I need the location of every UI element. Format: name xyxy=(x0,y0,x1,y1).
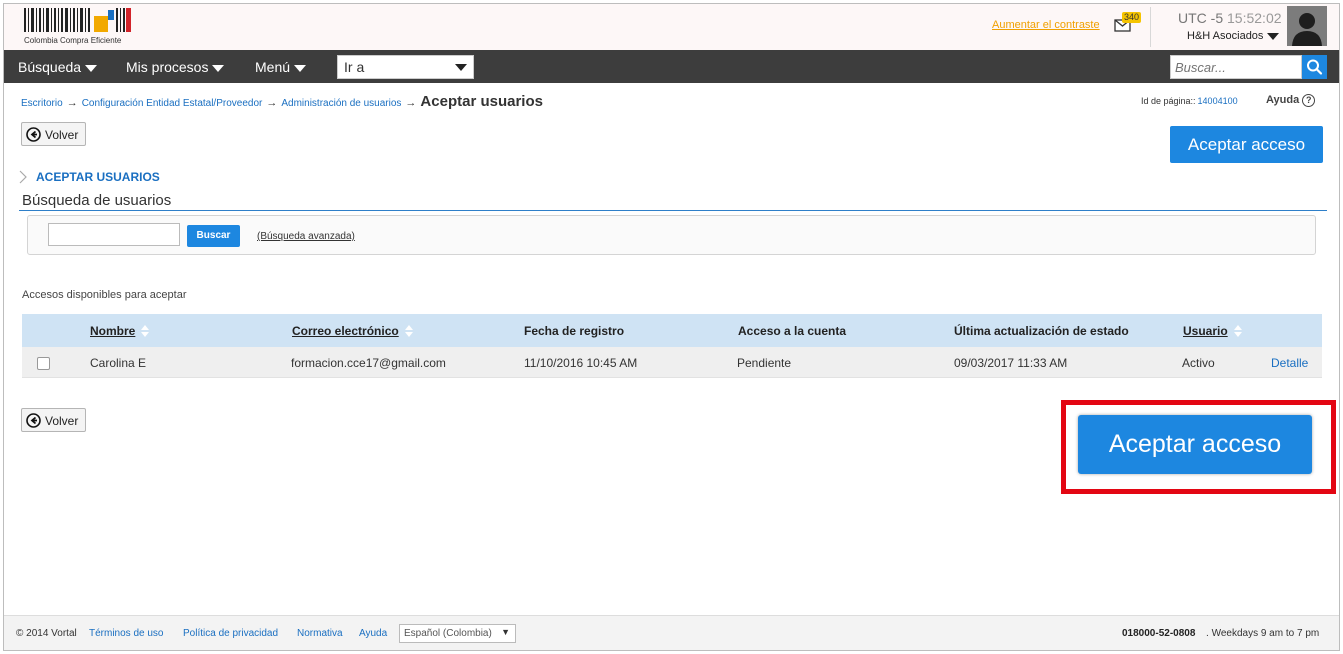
nav-mis-procesos[interactable]: Mis procesos xyxy=(126,59,225,75)
timezone-label: UTC -5 xyxy=(1178,10,1224,26)
breadcrumb-administracion[interactable]: Administración de usuarios xyxy=(281,98,401,109)
footer-help-link[interactable]: Ayuda xyxy=(359,628,387,639)
cell-name: Carolina E xyxy=(90,356,147,370)
column-header-correo[interactable]: Correo electrónico xyxy=(292,324,414,338)
footer-privacy-link[interactable]: Política de privacidad xyxy=(183,628,278,639)
chevron-down-icon xyxy=(212,64,225,72)
contrast-link[interactable]: Aumentar el contraste xyxy=(992,19,1100,31)
footer-normativa-link[interactable]: Normativa xyxy=(297,628,343,639)
column-header-fecha: Fecha de registro xyxy=(524,324,625,338)
heading-divider xyxy=(19,210,1327,211)
sort-icon xyxy=(141,325,150,338)
goto-select[interactable]: Ir a xyxy=(337,55,474,79)
time-label: 15:52:02 xyxy=(1227,10,1282,26)
row-checkbox[interactable] xyxy=(37,357,50,370)
mail-count-badge: 340 xyxy=(1122,12,1142,23)
back-arrow-icon xyxy=(26,413,41,428)
table-caption: Accesos disponibles para aceptar xyxy=(22,289,187,301)
column-header-acceso: Acceso a la cuenta xyxy=(738,324,847,338)
top-header: Colombia Compra Eficiente Aumentar el co… xyxy=(4,4,1339,50)
cell-user-status: Activo xyxy=(1182,356,1215,370)
breadcrumb-separator: → xyxy=(266,97,278,109)
breadcrumb-separator: → xyxy=(405,97,417,109)
column-header-label: Correo electrónico xyxy=(292,324,399,338)
table-row: Carolina E formacion.cce17@gmail.com 11/… xyxy=(22,347,1322,378)
breadcrumb-separator: → xyxy=(66,97,78,109)
advanced-search-link[interactable]: (Búsqueda avanzada) xyxy=(257,231,355,242)
avatar[interactable] xyxy=(1287,6,1327,46)
back-button-label: Volver xyxy=(45,414,79,428)
support-hours-text: Weekdays 9 am to 7 pm xyxy=(1211,628,1320,639)
logo[interactable]: Colombia Compra Eficiente xyxy=(22,8,142,46)
chevron-down-icon xyxy=(1267,32,1280,40)
breadcrumb-configuracion[interactable]: Configuración Entidad Estatal/Proveedor xyxy=(82,98,263,109)
user-search-input[interactable] xyxy=(48,223,180,246)
table-header: Nombre Correo electrónico Fecha de regis… xyxy=(22,314,1322,347)
support-phone: 018000-52-0808 xyxy=(1122,628,1196,639)
language-select[interactable]: Español (Colombia) ▼ xyxy=(399,624,516,643)
page-id-value: 14004100 xyxy=(1197,96,1238,106)
goto-value: Ir a xyxy=(344,59,365,75)
nav-menu[interactable]: Menú xyxy=(255,59,307,75)
detail-link[interactable]: Detalle xyxy=(1271,356,1308,370)
accept-access-button-top[interactable]: Aceptar acceso xyxy=(1170,126,1323,163)
page-title: Aceptar usuarios xyxy=(420,93,543,110)
global-search-button[interactable] xyxy=(1302,55,1327,79)
user-silhouette-icon xyxy=(1292,13,1322,46)
support-hours: . Weekdays 9 am to 7 pm xyxy=(1206,628,1320,639)
search-button[interactable]: Buscar xyxy=(187,225,240,247)
clock: UTC -5 15:52:02 xyxy=(1178,10,1282,26)
header-divider xyxy=(1150,7,1151,47)
column-header-label: Nombre xyxy=(90,324,136,338)
chevron-down-icon xyxy=(455,64,467,71)
copyright: © 2014 Vortal xyxy=(16,628,77,639)
back-button-top[interactable]: Volver xyxy=(21,122,86,146)
page-id-label: Id de página:: xyxy=(1141,96,1196,106)
global-search-input[interactable] xyxy=(1170,55,1302,79)
language-value: Español (Colombia) xyxy=(404,628,492,639)
page-id: Id de página:: 14004100 xyxy=(1141,96,1238,106)
company-selector[interactable]: H&H Asociados xyxy=(1187,30,1280,42)
column-header-label: Usuario xyxy=(1183,324,1228,338)
back-button-bottom[interactable]: Volver xyxy=(21,408,86,432)
company-name: H&H Asociados xyxy=(1187,30,1264,42)
nav-busqueda[interactable]: Búsqueda xyxy=(18,59,98,75)
column-header-nombre[interactable]: Nombre xyxy=(90,324,150,338)
app-window: Colombia Compra Eficiente Aumentar el co… xyxy=(3,3,1340,651)
breadcrumb-escritorio[interactable]: Escritorio xyxy=(21,98,63,109)
cell-email: formacion.cce17@gmail.com xyxy=(291,356,446,370)
footer-terms-link[interactable]: Términos de uso xyxy=(89,628,163,639)
chevron-down-icon xyxy=(85,64,98,72)
nav-busqueda-label: Búsqueda xyxy=(18,59,82,75)
back-button-label: Volver xyxy=(45,128,79,142)
cell-updated: 09/03/2017 11:33 AM xyxy=(954,356,1068,370)
back-arrow-icon xyxy=(26,127,41,142)
cell-registered: 11/10/2016 10:45 AM xyxy=(524,356,638,370)
logo-caption: Colombia Compra Eficiente xyxy=(24,36,122,45)
breadcrumb: Escritorio → Configuración Entidad Estatal… xyxy=(21,93,543,110)
user-search-panel: Buscar (Búsqueda avanzada) xyxy=(27,215,1316,255)
footer: © 2014 Vortal Términos de uso Política d… xyxy=(4,615,1339,650)
sort-icon xyxy=(1233,325,1243,338)
chevron-down-icon xyxy=(294,64,307,72)
accept-access-button-bottom[interactable]: Aceptar acceso xyxy=(1078,415,1312,474)
section-title[interactable]: ACEPTAR USUARIOS xyxy=(36,170,160,184)
cell-access: Pendiente xyxy=(737,356,792,370)
barcode-logo-icon xyxy=(24,8,131,32)
column-header-usuario[interactable]: Usuario xyxy=(1183,324,1243,338)
nav-menu-label: Menú xyxy=(255,59,291,75)
nav-mis-procesos-label: Mis procesos xyxy=(126,59,209,75)
search-heading: Búsqueda de usuarios xyxy=(22,192,172,209)
sort-icon xyxy=(404,325,414,338)
question-icon: ? xyxy=(1302,94,1316,107)
chevron-right-icon xyxy=(19,170,27,184)
chevron-down-icon: ▼ xyxy=(501,627,510,637)
column-header-actualizacion: Última actualización de estado xyxy=(954,324,1129,338)
help-link[interactable]: Ayuda? xyxy=(1266,94,1316,107)
main-nav: Búsqueda Mis procesos Menú Ir a xyxy=(4,50,1339,83)
search-icon xyxy=(1307,59,1323,75)
help-label: Ayuda xyxy=(1266,94,1300,106)
